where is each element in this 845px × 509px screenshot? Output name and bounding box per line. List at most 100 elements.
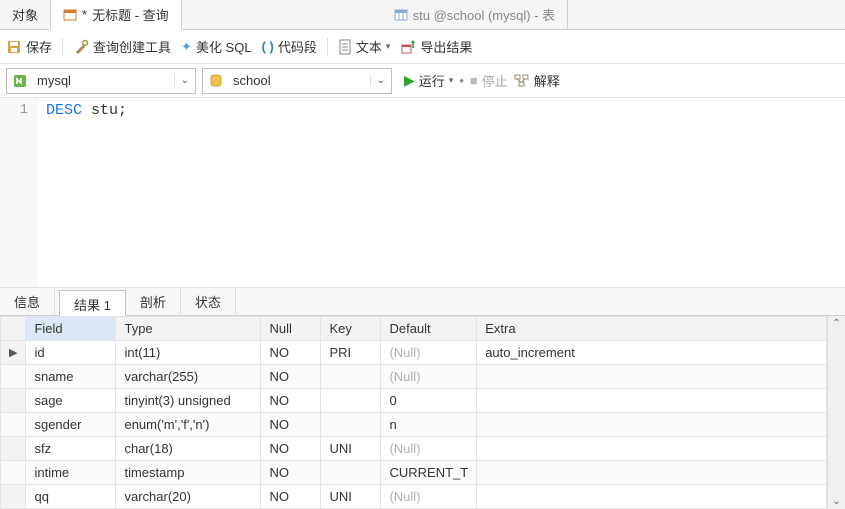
cell-default[interactable]: (Null) <box>381 341 477 365</box>
tab-object[interactable]: 对象 <box>0 0 51 29</box>
cell-type[interactable]: char(18) <box>116 437 261 461</box>
cell-default[interactable]: (Null) <box>381 437 477 461</box>
cell-type[interactable]: varchar(255) <box>116 365 261 389</box>
cell-null[interactable]: NO <box>261 461 321 485</box>
col-key[interactable]: Key <box>321 317 381 341</box>
save-button[interactable]: 保存 <box>6 37 52 56</box>
snippet-button[interactable]: ( ) 代码段 <box>262 37 317 56</box>
row-pointer <box>1 437 26 461</box>
tab-table[interactable]: stu @school (mysql) - 表 <box>382 0 569 29</box>
explain-button[interactable]: 解释 <box>514 71 560 90</box>
scroll-up-icon[interactable]: ⌃ <box>832 316 840 331</box>
cell-field[interactable]: id <box>26 341 116 365</box>
col-default[interactable]: Default <box>381 317 477 341</box>
save-icon <box>6 39 22 55</box>
database-icon <box>203 73 229 89</box>
result-grid-wrap: Field Type Null Key Default Extra ▶idint… <box>0 316 845 509</box>
result-grid[interactable]: Field Type Null Key Default Extra ▶idint… <box>0 316 827 509</box>
table-row[interactable]: sfzchar(18)NOUNI(Null) <box>1 437 827 461</box>
cell-key[interactable]: UNI <box>321 437 381 461</box>
cell-type[interactable]: int(11) <box>116 341 261 365</box>
cell-extra[interactable] <box>477 389 827 413</box>
tab-profile[interactable]: 剖析 <box>126 288 181 315</box>
cell-extra[interactable] <box>477 485 827 509</box>
cell-field[interactable]: sgender <box>26 413 116 437</box>
cell-extra[interactable] <box>477 437 827 461</box>
text-button[interactable]: 文本 ▾ <box>338 37 391 56</box>
table-row[interactable]: qqvarchar(20)NOUNI(Null) <box>1 485 827 509</box>
cell-key[interactable] <box>321 365 381 389</box>
chevron-down-icon[interactable]: ⌄ <box>370 75 391 86</box>
cell-field[interactable]: sage <box>26 389 116 413</box>
database-combo[interactable]: school ⌄ <box>202 68 392 94</box>
vertical-scrollbar[interactable]: ⌃ ⌄ <box>827 316 845 509</box>
cell-type[interactable]: varchar(20) <box>116 485 261 509</box>
cell-field[interactable]: sname <box>26 365 116 389</box>
col-extra[interactable]: Extra <box>477 317 827 341</box>
table-row[interactable]: intimetimestampNO CURRENT_T <box>1 461 827 485</box>
sql-keyword: DESC <box>46 102 82 119</box>
tab-info[interactable]: 信息 <box>0 288 55 315</box>
cell-null[interactable]: NO <box>261 413 321 437</box>
col-type[interactable]: Type <box>116 317 261 341</box>
tab-result1[interactable]: 结果 1 <box>59 290 126 316</box>
cell-type[interactable]: timestamp <box>116 461 261 485</box>
run-label: 运行 <box>419 71 445 90</box>
query-builder-button[interactable]: 查询创建工具 <box>73 37 171 56</box>
cell-default[interactable]: (Null) <box>381 365 477 389</box>
stop-button[interactable]: ■ 停止 <box>470 71 508 90</box>
row-pointer-header <box>1 317 26 341</box>
separator <box>62 38 63 56</box>
table-row[interactable]: sagetinyint(3) unsignedNO 0 <box>1 389 827 413</box>
cell-field[interactable]: intime <box>26 461 116 485</box>
header-row: Field Type Null Key Default Extra <box>1 317 827 341</box>
cell-default[interactable]: CURRENT_T <box>381 461 477 485</box>
run-button[interactable]: ▶ 运行 ▾ <box>404 71 453 90</box>
table-row[interactable]: sgenderenum('m','f','n')NO n <box>1 413 827 437</box>
cell-null[interactable]: NO <box>261 365 321 389</box>
connection-combo[interactable]: mysql ⌄ <box>6 68 196 94</box>
cell-key[interactable] <box>321 461 381 485</box>
cell-field[interactable]: qq <box>26 485 116 509</box>
cell-extra[interactable] <box>477 461 827 485</box>
tab-query[interactable]: * 无标题 - 查询 <box>51 0 182 30</box>
table-row[interactable]: ▶idint(11)NOPRI(Null)auto_increment <box>1 341 827 365</box>
row-pointer <box>1 413 26 437</box>
cell-null[interactable]: NO <box>261 389 321 413</box>
cell-extra[interactable] <box>477 413 827 437</box>
cell-default[interactable]: 0 <box>381 389 477 413</box>
cell-field[interactable]: sfz <box>26 437 116 461</box>
cell-extra[interactable] <box>477 365 827 389</box>
cell-default[interactable]: (Null) <box>381 485 477 509</box>
tab-query-label: 无标题 - 查询 <box>92 5 169 24</box>
cell-type[interactable]: enum('m','f','n') <box>116 413 261 437</box>
export-icon <box>400 39 416 55</box>
chevron-down-icon[interactable]: ⌄ <box>174 75 195 86</box>
cell-type[interactable]: tinyint(3) unsigned <box>116 389 261 413</box>
chevron-down-icon: ▾ <box>386 41 391 52</box>
cell-null[interactable]: NO <box>261 485 321 509</box>
cell-null[interactable]: NO <box>261 437 321 461</box>
col-null[interactable]: Null <box>261 317 321 341</box>
tab-status[interactable]: 状态 <box>181 288 236 315</box>
export-button[interactable]: 导出结果 <box>400 37 472 56</box>
cell-key[interactable]: UNI <box>321 485 381 509</box>
cell-key[interactable] <box>321 413 381 437</box>
document-tabs: 对象 * 无标题 - 查询 stu @school (mysql) - 表 <box>0 0 845 30</box>
cell-key[interactable] <box>321 389 381 413</box>
chevron-down-icon[interactable]: ▾ <box>449 75 454 86</box>
table-row[interactable]: snamevarchar(255)NO (Null) <box>1 365 827 389</box>
stop-icon: ■ <box>470 73 478 88</box>
cell-null[interactable]: NO <box>261 341 321 365</box>
col-field[interactable]: Field <box>26 317 116 341</box>
code-area[interactable]: DESC stu; <box>38 98 845 287</box>
cell-key[interactable]: PRI <box>321 341 381 365</box>
scroll-down-icon[interactable]: ⌄ <box>832 494 840 509</box>
explain-icon <box>514 74 530 88</box>
brackets-icon: ( ) <box>262 39 274 54</box>
cell-extra[interactable]: auto_increment <box>477 341 827 365</box>
sql-editor[interactable]: 1 DESC stu; <box>0 98 845 288</box>
cell-default[interactable]: n <box>381 413 477 437</box>
beautify-button[interactable]: ✦ 美化 SQL <box>181 37 252 56</box>
bullet-icon: • <box>459 73 464 88</box>
